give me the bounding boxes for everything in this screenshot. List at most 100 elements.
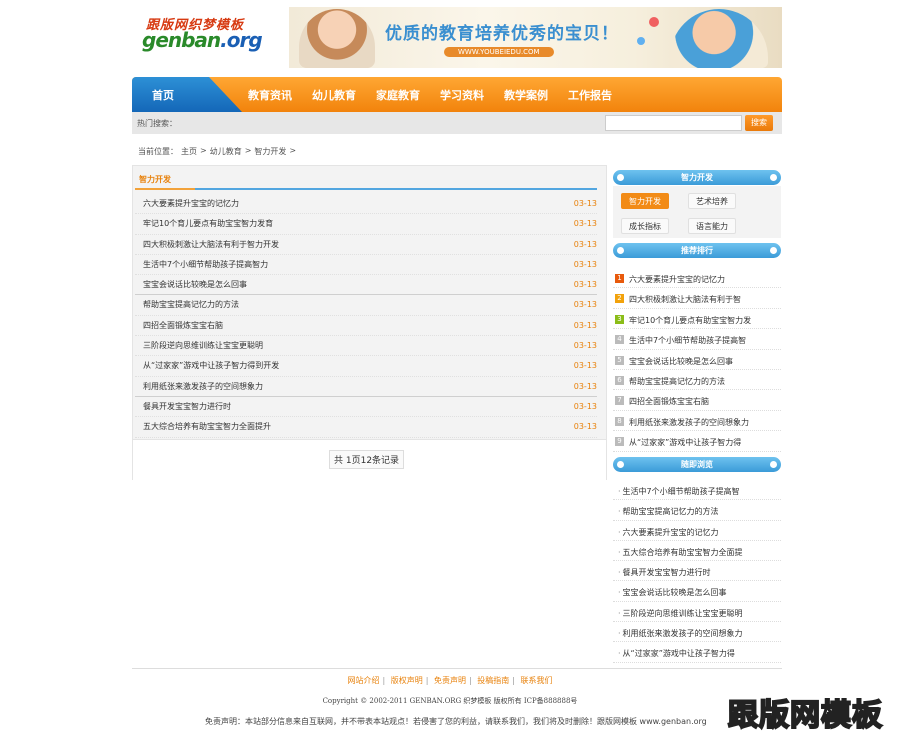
rank-item[interactable]: 8 利用纸张来激发孩子的空间想象力: [613, 411, 781, 432]
article-row[interactable]: 从“过家家”游戏中让孩子智力得到开发 03-13: [135, 356, 597, 377]
article-title[interactable]: 六大要素提升宝宝的记忆力: [143, 194, 239, 214]
rank-item-title[interactable]: 四招全面锻炼宝宝右脑: [629, 396, 779, 407]
footer-link[interactable]: 免责声明: [434, 676, 466, 685]
rank-item-title[interactable]: 宝宝会说话比较晚是怎么回事: [629, 356, 779, 367]
article-date: 03-13: [573, 239, 597, 249]
rank-item-title[interactable]: 生活中7个小细节帮助孩子提高智: [629, 335, 779, 346]
separator: |: [469, 676, 472, 685]
article-row[interactable]: 四招全面锻炼宝宝右脑 03-13: [135, 316, 597, 337]
site-logo[interactable]: 跟版网织梦模板 genban.org: [138, 14, 263, 54]
article-row[interactable]: 牢记10个育儿要点有助宝宝智力发育 03-13: [135, 214, 597, 235]
random-item[interactable]: 帮助宝宝提高记忆力的方法: [613, 500, 781, 521]
random-list: 生活中7个小细节帮助孩子提高智帮助宝宝提高记忆力的方法六大要素提升宝宝的记忆力五…: [613, 480, 781, 663]
rank-item[interactable]: 4 生活中7个小细节帮助孩子提高智: [613, 329, 781, 350]
banner-url: WWW.YOUBEIEDU.COM: [444, 47, 554, 57]
nav-item[interactable]: 学习资料: [440, 87, 484, 103]
article-row[interactable]: 生活中7个小细节帮助孩子提高智力 03-13: [135, 255, 597, 276]
rank-item[interactable]: 7 四招全面锻炼宝宝右脑: [613, 390, 781, 411]
article-title[interactable]: 牢记10个育儿要点有助宝宝智力发育: [143, 214, 273, 234]
disclaimer: 免责声明：本站部分信息来自互联网，并不带表本站观点！若侵害了您的利益，请联系我们…: [205, 717, 707, 726]
rank-item-title[interactable]: 牢记10个育儿要点有助宝宝智力发: [629, 315, 779, 326]
article-title[interactable]: 五大综合培养有助宝宝智力全面提升: [143, 417, 271, 437]
rank-item-title[interactable]: 帮助宝宝提高记忆力的方法: [629, 376, 779, 387]
tag-item[interactable]: 成长指标: [621, 218, 669, 234]
footer-link[interactable]: 投稿指南: [477, 676, 509, 685]
search-input[interactable]: [605, 115, 742, 131]
rank-item[interactable]: 2 四大积极刺激让大脑法有利于智: [613, 288, 781, 309]
random-item-title[interactable]: 六大要素提升宝宝的记忆力: [618, 527, 778, 538]
article-row[interactable]: 宝宝会说话比较晚是怎么回事 03-13: [135, 275, 597, 296]
nav-item[interactable]: 家庭教育: [376, 87, 420, 103]
breadcrumb: 当前位置： 主页 > 幼儿教育 > 智力开发 >: [138, 146, 788, 157]
article-title[interactable]: 帮助宝宝提高记忆力的方法: [143, 295, 239, 315]
rank-item[interactable]: 5 宝宝会说话比较晚是怎么回事: [613, 350, 781, 370]
nav-item[interactable]: 教育资讯: [248, 87, 292, 103]
random-item[interactable]: 利用纸张来激发孩子的空间想象力: [613, 622, 781, 643]
article-row[interactable]: 五大综合培养有助宝宝智力全面提升 03-13: [135, 417, 597, 438]
nav-item[interactable]: 幼儿教育: [312, 87, 356, 103]
random-item-title[interactable]: 生活中7个小细节帮助孩子提高智: [618, 486, 778, 497]
random-item[interactable]: 从“过家家”游戏中让孩子智力得: [613, 642, 781, 663]
random-item-title[interactable]: 利用纸张来激发孩子的空间想象力: [618, 628, 778, 639]
nav-item[interactable]: 工作报告: [568, 87, 612, 103]
header-banner[interactable]: 优质的教育培养优秀的宝贝！ WWW.YOUBEIEDU.COM: [289, 7, 782, 68]
footer-link[interactable]: 网站介绍: [348, 676, 380, 685]
footer-divider: [132, 668, 782, 669]
rank-item[interactable]: 6 帮助宝宝提高记忆力的方法: [613, 370, 781, 391]
rank-item-title[interactable]: 利用纸张来激发孩子的空间想象力: [629, 417, 779, 428]
banner-child-photo-left: [299, 9, 375, 68]
article-row[interactable]: 四大积极刺激让大脑法有利于智力开发 03-13: [135, 235, 597, 255]
rank-item[interactable]: 1 六大要素提升宝宝的记忆力: [613, 268, 781, 289]
article-row[interactable]: 餐具开发宝宝智力进行时 03-13: [135, 397, 597, 418]
article-row[interactable]: 六大要素提升宝宝的记忆力 03-13: [135, 194, 597, 215]
tag-item[interactable]: 艺术培养: [688, 193, 736, 209]
article-row[interactable]: 三阶段逆向思维训练让宝宝更聪明 03-13: [135, 336, 597, 357]
rank-item[interactable]: 3 牢记10个育儿要点有助宝宝智力发: [613, 309, 781, 330]
rank-item[interactable]: 9 从“过家家”游戏中让孩子智力得: [613, 431, 781, 452]
random-item[interactable]: 五大综合培养有助宝宝智力全面提: [613, 541, 781, 562]
search-button[interactable]: 搜索: [745, 115, 773, 131]
article-title[interactable]: 宝宝会说话比较晚是怎么回事: [143, 275, 247, 295]
article-row[interactable]: 利用纸张来激发孩子的空间想象力 03-13: [135, 377, 597, 397]
article-title[interactable]: 餐具开发宝宝智力进行时: [143, 397, 231, 417]
tag-item-active[interactable]: 智力开发: [621, 193, 669, 209]
article-row[interactable]: 帮助宝宝提高记忆力的方法 03-13: [135, 295, 597, 316]
rank-item-title[interactable]: 四大积极刺激让大脑法有利于智: [629, 294, 779, 305]
article-title[interactable]: 三阶段逆向思维训练让宝宝更聪明: [143, 336, 263, 356]
article-title[interactable]: 生活中7个小细节帮助孩子提高智力: [143, 255, 268, 275]
breadcrumb-link-home[interactable]: 主页: [181, 146, 197, 157]
random-item[interactable]: 三阶段逆向思维训练让宝宝更聪明: [613, 602, 781, 623]
separator: |: [382, 676, 386, 685]
article-title[interactable]: 利用纸张来激发孩子的空间想象力: [143, 377, 263, 397]
random-item-title[interactable]: 帮助宝宝提高记忆力的方法: [618, 506, 778, 517]
random-item-title[interactable]: 五大综合培养有助宝宝智力全面提: [618, 547, 778, 558]
search-bar: 热门搜索： 搜索: [132, 112, 782, 134]
article-title[interactable]: 四招全面锻炼宝宝右脑: [143, 316, 223, 336]
nav-item-home[interactable]: 首页: [132, 77, 242, 112]
article-title[interactable]: 四大积极刺激让大脑法有利于智力开发: [143, 235, 279, 255]
article-list-panel: 智力开发 六大要素提升宝宝的记忆力 03-13 牢记10个育儿要点有助宝宝智力发育 0…: [132, 165, 607, 480]
breadcrumb-link-subcategory[interactable]: 智力开发: [254, 146, 286, 157]
random-item[interactable]: 宝宝会说话比较晚是怎么回事: [613, 581, 781, 602]
footer-link[interactable]: 联系我们: [521, 676, 553, 685]
random-item[interactable]: 餐具开发宝宝智力进行时: [613, 561, 781, 582]
random-item[interactable]: 生活中7个小细节帮助孩子提高智: [613, 480, 781, 501]
article-date: 03-13: [573, 401, 597, 411]
rank-panel-header: 推荐排行: [613, 243, 781, 258]
article-date: 03-13: [573, 320, 597, 330]
title-underline: [135, 188, 597, 190]
tag-item[interactable]: 语言能力: [688, 218, 736, 234]
random-item-title[interactable]: 宝宝会说话比较晚是怎么回事: [618, 587, 778, 598]
nav-item[interactable]: 教学案例: [504, 87, 548, 103]
random-item-title[interactable]: 从“过家家”游戏中让孩子智力得: [618, 648, 778, 659]
random-item-title[interactable]: 三阶段逆向思维训练让宝宝更聪明: [618, 608, 778, 619]
random-item[interactable]: 六大要素提升宝宝的记忆力: [613, 521, 781, 541]
breadcrumb-link-category[interactable]: 幼儿教育: [210, 146, 242, 157]
random-item-title[interactable]: 餐具开发宝宝智力进行时: [618, 567, 778, 578]
footer-link[interactable]: 版权声明: [391, 676, 423, 685]
article-date: 03-13: [573, 361, 597, 371]
rank-item-title[interactable]: 六大要素提升宝宝的记忆力: [629, 274, 779, 285]
rank-item-title[interactable]: 从“过家家”游戏中让孩子智力得: [629, 437, 779, 448]
article-date: 03-13: [573, 381, 597, 391]
article-title[interactable]: 从“过家家”游戏中让孩子智力得到开发: [143, 356, 279, 376]
